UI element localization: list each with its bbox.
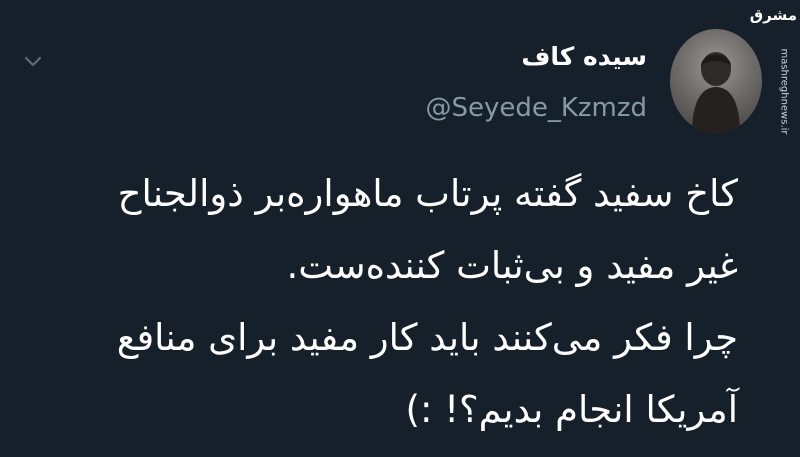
- watermark-site: mashreghnews.ir: [778, 48, 790, 135]
- watermark-logo: مشرق: [749, 6, 797, 24]
- tweet-card: سیده کاف @Seyede_Kzmzd کاخ سفید گفته پرت…: [0, 0, 800, 457]
- avatar[interactable]: [670, 29, 762, 133]
- tweet-line: غیر مفید و بی‌ثبات کننده‌ست.: [286, 244, 738, 287]
- tweet-line: کاخ سفید گفته پرتاب ماهواره‌بر ذوالجناح: [117, 172, 738, 215]
- chevron-down-icon[interactable]: [20, 48, 46, 74]
- tweet-line: چرا فکر می‌کنند باید کار مفید برای منافع: [116, 316, 738, 359]
- user-handle[interactable]: @Seyede_Kzmzd: [425, 93, 647, 123]
- display-name[interactable]: سیده کاف: [521, 42, 647, 71]
- tweet-line: آمریکا انجام بدیم؟! :): [405, 388, 738, 431]
- watermark: مشرق mashreghnews.ir: [749, 6, 797, 135]
- tweet-text: کاخ سفید گفته پرتاب ماهواره‌بر ذوالجناح …: [38, 158, 738, 446]
- avatar-photo: [692, 52, 740, 133]
